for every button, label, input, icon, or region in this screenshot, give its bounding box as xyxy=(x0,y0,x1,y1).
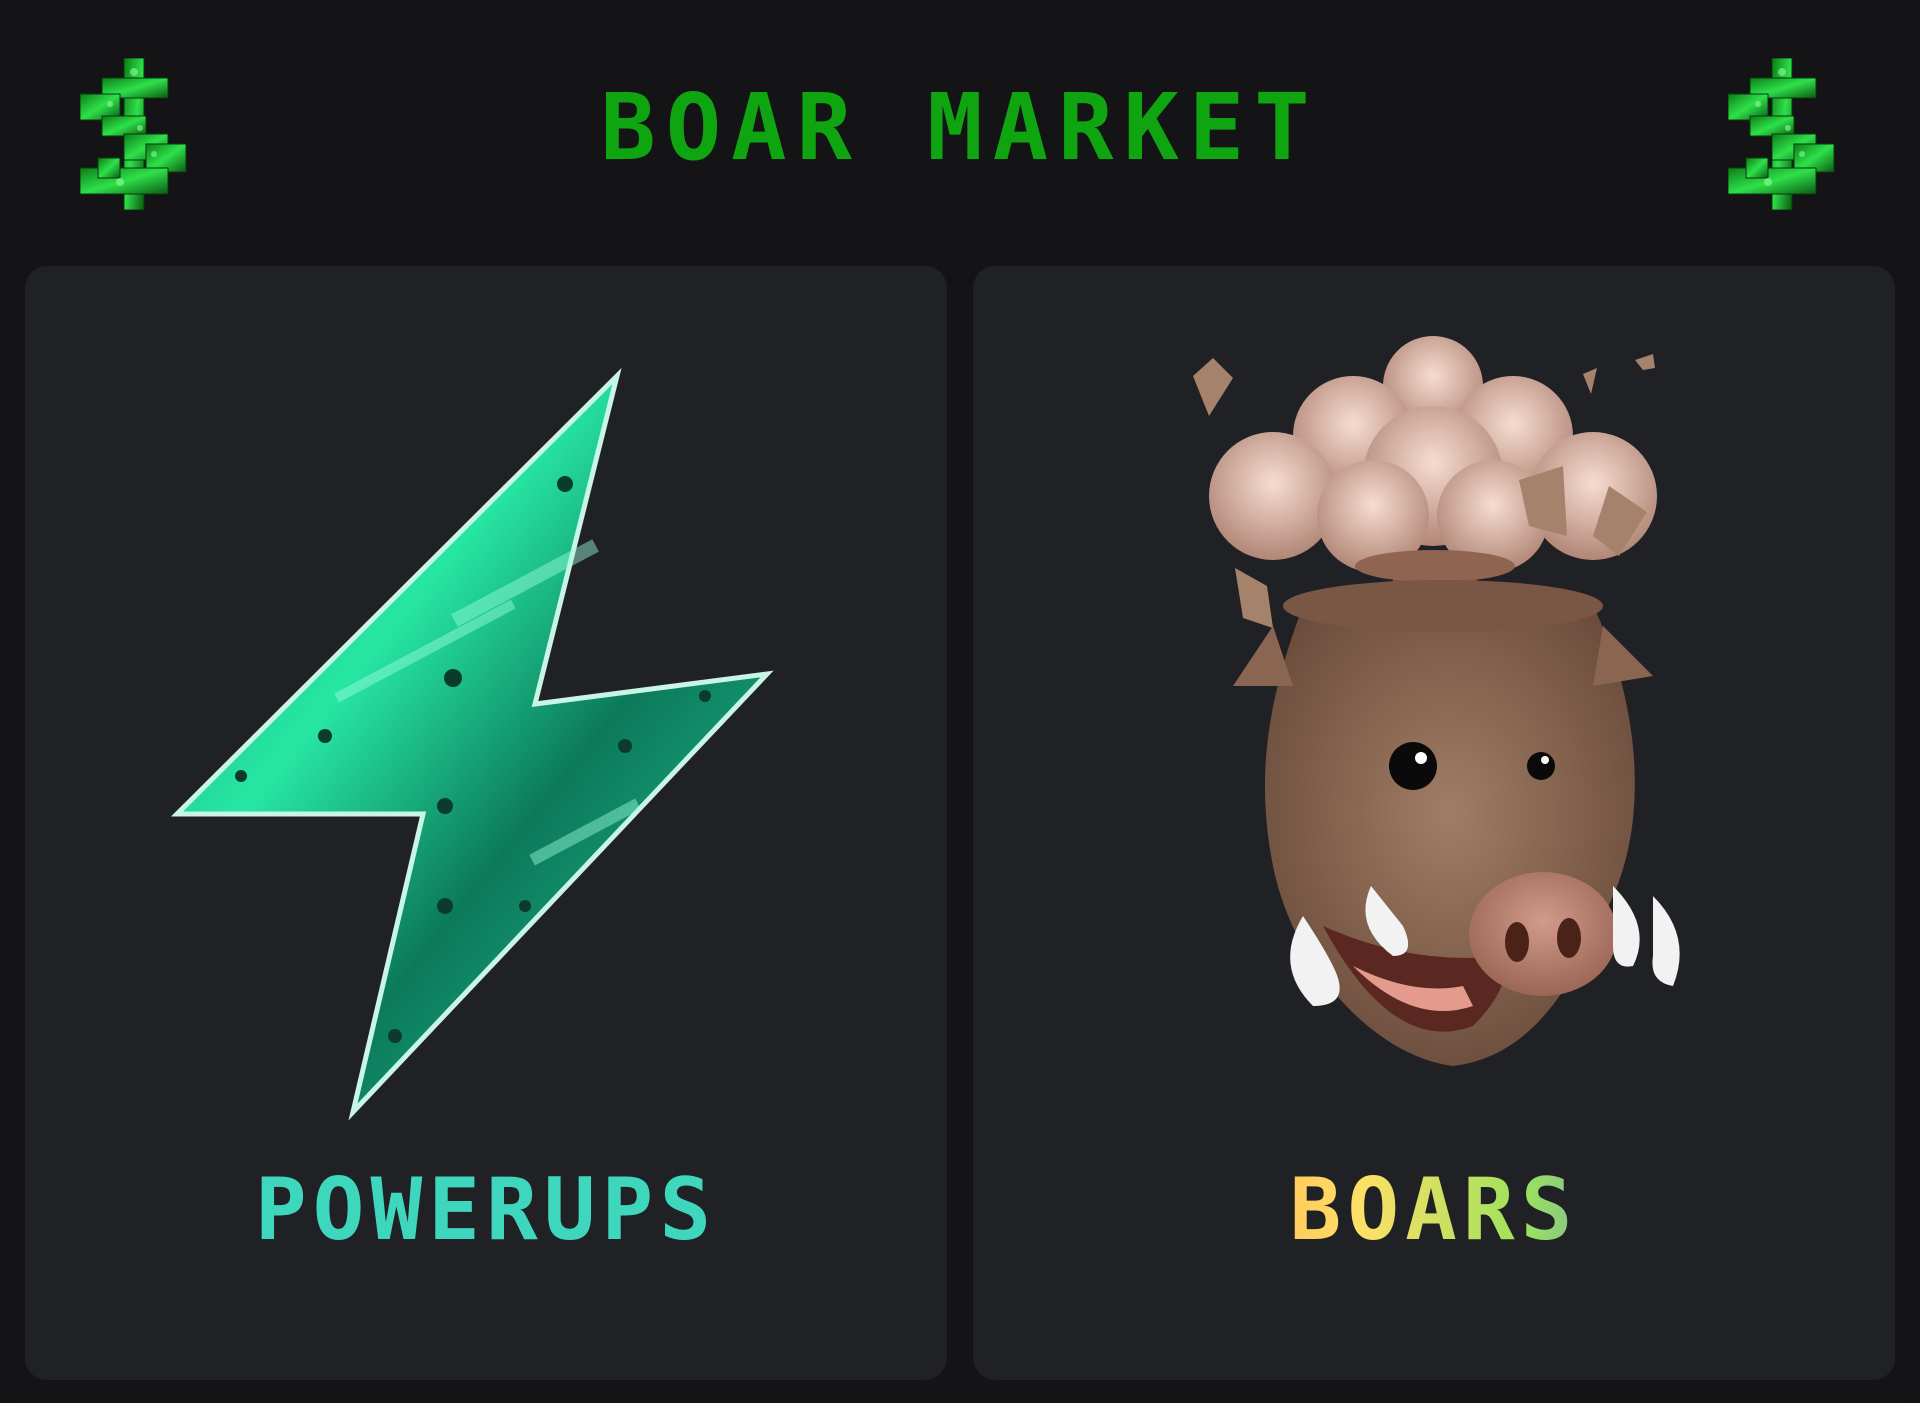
lightning-bolt-icon xyxy=(170,367,774,1121)
powerups-label: POWERUPS xyxy=(254,1160,718,1260)
page-title: BOAR MARKET xyxy=(600,74,1320,181)
boars-label: BOARS xyxy=(973,1160,1895,1260)
boar-market-window: BOAR MARKET POWERUPS BOARS xyxy=(0,0,1920,1403)
dollar-sign-icon xyxy=(1728,58,1835,210)
powerups-card[interactable]: POWERUPS xyxy=(25,266,947,1380)
boar-head-icon xyxy=(1193,336,1680,1066)
boars-card[interactable]: BOARS xyxy=(973,266,1895,1380)
header: BOAR MARKET xyxy=(0,0,1920,260)
